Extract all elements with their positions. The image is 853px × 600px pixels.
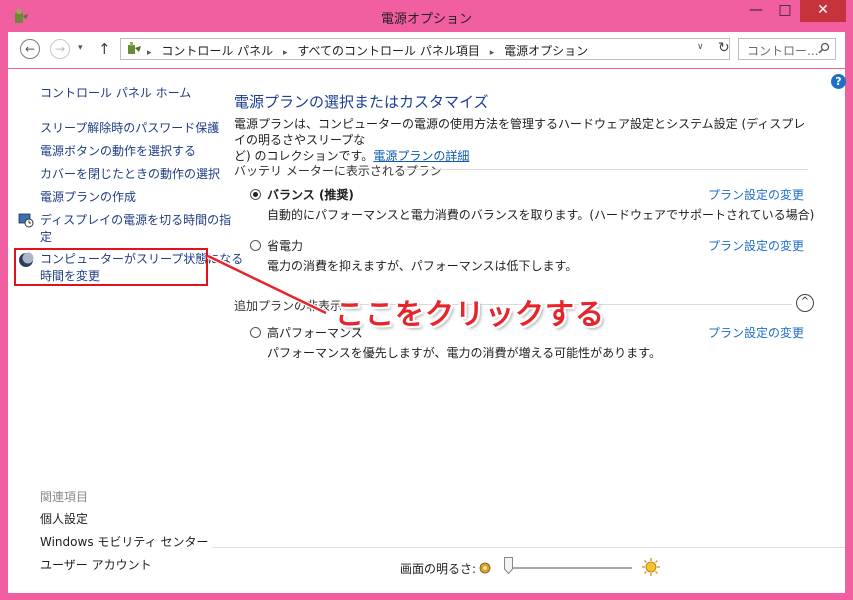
plan-balanced-description: 自動的にパフォーマンスと電力消費のバランスを取ります。(ハードウェアでサポートさ…: [267, 208, 815, 222]
sidebar-item-create-plan[interactable]: 電源プランの作成: [40, 189, 136, 206]
sidebar-item-label: 定: [40, 230, 53, 244]
power-options-window: 電源オプション — □ ✕ ← → ▾ ↑ ▸ コントロール パネル ▸ すべて…: [0, 0, 853, 600]
breadcrumb: ▸ コントロール パネル ▸ すべてのコントロール パネル項目 ▸ 電源オプショ…: [147, 42, 594, 59]
sidebar-item-user-accounts[interactable]: ユーザー アカウント: [40, 557, 152, 574]
plan-power-saver-description: 電力の消費を抑えますが、パフォーマンスは低下します。: [267, 259, 578, 273]
content-area: ? コントロール パネル ホーム スリープ解除時のパスワード保護 電源ボタンの動…: [8, 69, 846, 593]
sidebar-item-personalization[interactable]: 個人設定: [40, 511, 88, 528]
breadcrumb-all-items[interactable]: すべてのコントロール パネル項目: [297, 44, 480, 58]
breadcrumb-separator: ▸: [147, 48, 152, 58]
minimize-button[interactable]: —: [742, 0, 770, 22]
address-dropdown[interactable]: ∨: [697, 42, 704, 52]
sidebar-item-display-off[interactable]: ディスプレイの電源を切る時間の指 定: [40, 212, 231, 246]
forward-button[interactable]: →: [50, 39, 70, 59]
plan-high-performance-radio[interactable]: [250, 327, 261, 338]
control-panel-icon: [128, 42, 141, 54]
plan-high-performance-settings-link[interactable]: プラン設定の変更: [708, 324, 804, 341]
related-items-header: 関連項目: [40, 490, 89, 504]
page-description: 電源プランは、コンピューターの電源の使用方法を管理するハードウェア設定とシステム…: [234, 116, 814, 164]
plan-power-saver-radio[interactable]: [250, 240, 261, 251]
plan-power-saver-name[interactable]: 省電力: [267, 237, 303, 254]
window-title: 電源オプション: [380, 12, 472, 27]
plan-balanced-radio[interactable]: [250, 189, 261, 200]
close-button[interactable]: ✕: [800, 0, 846, 22]
breadcrumb-separator: ▸: [283, 48, 288, 58]
page-title: 電源プランの選択またはカスタマイズ: [234, 93, 489, 111]
display-clock-icon: [18, 213, 34, 228]
search-input[interactable]: コントロー...: [738, 38, 836, 60]
title-bar: 電源オプション — □ ✕: [0, 0, 853, 32]
sidebar-item-label: ディスプレイの電源を切る時間の指: [40, 213, 232, 227]
divider: [404, 169, 808, 170]
plan-balanced-settings-link[interactable]: プラン設定の変更: [708, 186, 804, 203]
sidebar-item-power-buttons[interactable]: 電源ボタンの動作を選択する: [40, 143, 196, 160]
sidebar-item-lid-close[interactable]: カバーを閉じたときの動作の選択: [40, 166, 220, 183]
search-placeholder: コントロー...: [747, 44, 819, 58]
back-button[interactable]: ←: [20, 39, 40, 59]
divider: [212, 547, 845, 548]
brightness-bright-icon: [642, 558, 660, 576]
breadcrumb-power-options[interactable]: 電源オプション: [504, 44, 588, 58]
refresh-button[interactable]: ↻: [718, 40, 730, 56]
search-icon: [818, 42, 830, 54]
maximize-button[interactable]: □: [771, 0, 799, 22]
description-line: 電源プランは、コンピューターの電源の使用方法を管理するハードウェア設定とシステム…: [234, 117, 806, 147]
plan-power-saver-settings-link[interactable]: プラン設定の変更: [708, 237, 804, 254]
up-button[interactable]: ↑: [98, 40, 111, 58]
brightness-slider-track[interactable]: [504, 567, 632, 569]
annotation-label: ここをクリックする: [335, 297, 606, 331]
plan-high-performance-description: パフォーマンスを優先しますが、電力の消費が増える可能性があります。: [267, 346, 661, 360]
additional-plans-group-label[interactable]: 追加プランの非表示: [234, 297, 342, 314]
plan-balanced-name[interactable]: バランス (推奨): [267, 186, 354, 203]
power-plan-details-link[interactable]: 電源プランの詳細: [373, 149, 469, 163]
collapse-chevron-icon[interactable]: ^: [796, 294, 814, 312]
navigation-bar: ← → ▾ ↑ ▸ コントロール パネル ▸ すべてのコントロール パネル項目 …: [8, 32, 845, 68]
address-bar[interactable]: ▸ コントロール パネル ▸ すべてのコントロール パネル項目 ▸ 電源オプショ…: [120, 38, 730, 60]
description-text: ど) のコレクションです。: [234, 149, 374, 163]
battery-plans-group-label: バッテリ メーターに表示されるプラン: [234, 164, 442, 178]
help-icon[interactable]: ?: [831, 74, 846, 89]
brightness-slider-thumb[interactable]: [504, 557, 513, 574]
sidebar-item-control-panel-home[interactable]: コントロール パネル ホーム: [40, 85, 191, 102]
breadcrumb-separator: ▸: [489, 48, 495, 58]
brightness-label: 画面の明るさ:: [400, 562, 477, 576]
breadcrumb-control-panel[interactable]: コントロール パネル: [161, 44, 273, 58]
brightness-dim-icon: [479, 562, 491, 574]
sidebar-item-mobility-center[interactable]: Windows モビリティ センター: [40, 534, 208, 551]
highlight-box: [14, 248, 208, 286]
recent-locations-dropdown[interactable]: ▾: [78, 43, 83, 53]
sidebar-item-wake-password[interactable]: スリープ解除時のパスワード保護: [40, 120, 219, 137]
